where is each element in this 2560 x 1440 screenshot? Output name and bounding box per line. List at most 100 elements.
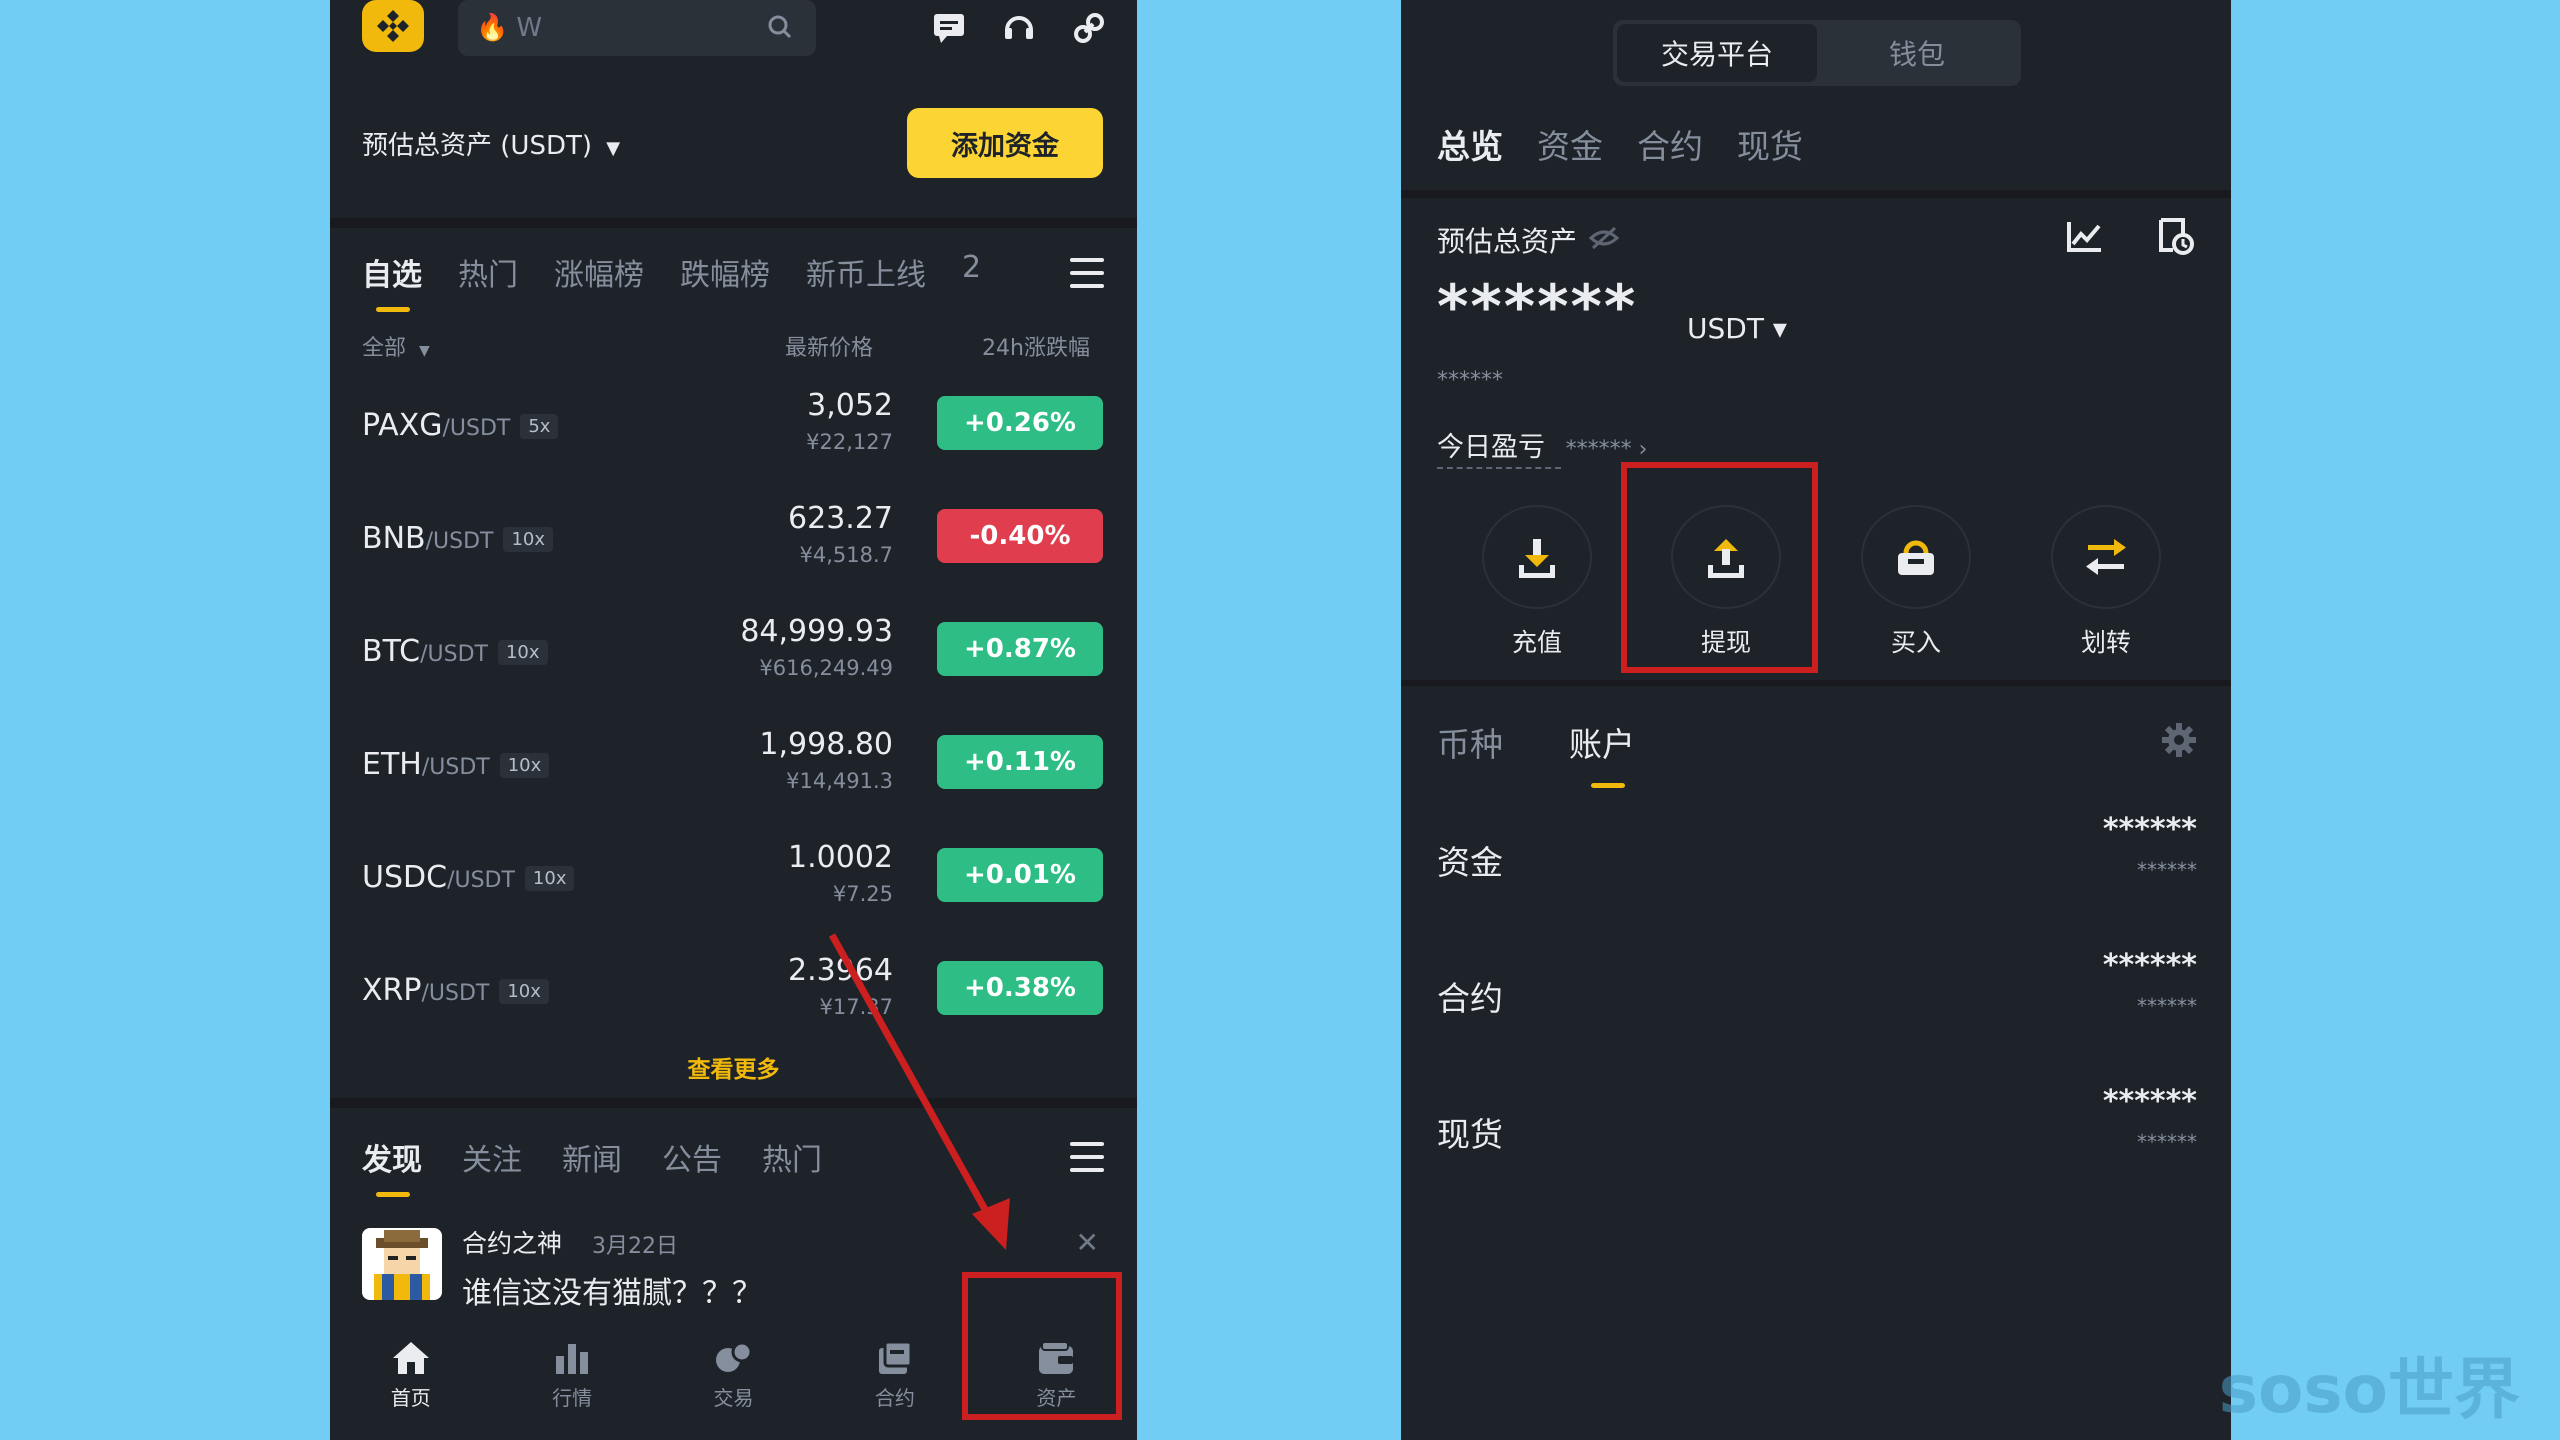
- feed-menu-icon[interactable]: [1070, 1142, 1104, 1172]
- market-row[interactable]: XRP/USDT 10x 2.3964 ¥17.37 +0.38%: [330, 939, 1137, 1039]
- history-icon[interactable]: [2153, 214, 2197, 258]
- tab-overview[interactable]: 总览: [1437, 120, 1503, 168]
- change-badge[interactable]: +0.87%: [937, 622, 1103, 676]
- account-row-futures[interactable]: 合约 ****** ******: [1401, 944, 2231, 1064]
- see-more-link[interactable]: 查看更多: [330, 1050, 1137, 1084]
- menu-icon[interactable]: [1070, 258, 1104, 288]
- estimated-assets-label: 预估总资产: [1437, 220, 1620, 260]
- account-name: 现货: [1437, 1115, 1503, 1154]
- link-icon[interactable]: [1069, 8, 1109, 48]
- nav-markets[interactable]: 行情: [491, 1330, 652, 1440]
- segment-wallet[interactable]: 钱包: [1817, 24, 2017, 82]
- account-sub-masked: ******: [2137, 994, 2197, 1018]
- tab-accounts[interactable]: 账户: [1569, 718, 1635, 788]
- divider: [330, 218, 1137, 228]
- last-price: 84,999.93: [740, 614, 893, 649]
- pair-quote: /USDT: [420, 642, 488, 667]
- tab-announcements[interactable]: 公告: [662, 1135, 722, 1179]
- post-text[interactable]: 谁信这没有猫腻？？？: [462, 1268, 762, 1312]
- change-badge[interactable]: +0.11%: [937, 735, 1103, 789]
- tab-losers[interactable]: 跌幅榜: [680, 250, 770, 294]
- leverage-badge: 5x: [520, 414, 559, 439]
- eye-off-icon[interactable]: [1588, 224, 1620, 257]
- market-row[interactable]: BNB/USDT 10x 623.27 ¥4,518.7 -0.40%: [330, 487, 1137, 587]
- headset-icon[interactable]: [999, 8, 1039, 48]
- transfer-button[interactable]: 划转: [2051, 505, 2161, 659]
- tab-new-listings[interactable]: 新币上线: [806, 250, 926, 294]
- change-badge[interactable]: +0.01%: [937, 848, 1103, 902]
- market-row[interactable]: BTC/USDT 10x 84,999.93 ¥616,249.49 +0.87%: [330, 600, 1137, 700]
- price-cny: ¥4,518.7: [799, 543, 893, 567]
- nav-futures[interactable]: 合约: [814, 1330, 975, 1440]
- balance-sub-masked: ******: [1437, 368, 1503, 393]
- tab-coins[interactable]: 币种: [1437, 718, 1503, 766]
- col-change-header: 24h涨跌幅: [982, 336, 1090, 361]
- buy-button[interactable]: 买入: [1861, 505, 1971, 659]
- pair-base: BTC: [362, 634, 421, 669]
- leverage-badge: 10x: [524, 866, 575, 891]
- gear-icon[interactable]: [2161, 722, 2197, 762]
- transfer-icon: [2086, 539, 2126, 575]
- account-balance-masked: ******: [2102, 1084, 2197, 1119]
- post-date: 3月22日: [592, 1234, 678, 1259]
- close-icon[interactable]: ✕: [1076, 1226, 1099, 1259]
- pair-base: ETH: [362, 747, 422, 782]
- tab-spot[interactable]: 现货: [1737, 120, 1803, 168]
- tab-discover[interactable]: 发现: [362, 1135, 422, 1197]
- download-icon: [1519, 539, 1555, 578]
- deposit-button[interactable]: 充值: [1482, 505, 1592, 659]
- estimated-assets-label[interactable]: 预估总资产 (USDT) ▼: [362, 125, 620, 162]
- market-row[interactable]: USDC/USDT 10x 1.0002 ¥7.25 +0.01%: [330, 826, 1137, 926]
- today-pnl[interactable]: 今日盈亏 ****** ›: [1437, 425, 1647, 464]
- top-bar: 🔥 W: [330, 0, 1137, 60]
- market-tabs: 自选 热门 涨幅榜 跌幅榜 新币上线 2: [362, 250, 981, 312]
- leverage-badge: 10x: [499, 979, 549, 1004]
- add-funds-button[interactable]: 添加资金: [907, 108, 1103, 178]
- nav-home[interactable]: 首页: [330, 1330, 491, 1440]
- buy-bag-icon: [1898, 540, 1934, 575]
- col-price-header: 最新价格: [785, 336, 874, 361]
- tab-favorites[interactable]: 自选: [362, 250, 422, 312]
- search-icon[interactable]: [766, 13, 794, 45]
- tab-trending[interactable]: 热门: [762, 1135, 822, 1179]
- fire-icon: 🔥: [476, 13, 509, 43]
- change-badge[interactable]: +0.26%: [937, 396, 1103, 450]
- price-cny: ¥7.25: [832, 882, 893, 906]
- caret-down-icon: ▼: [419, 343, 430, 359]
- search-input[interactable]: 🔥 W: [458, 0, 816, 56]
- pair-base: XRP: [362, 973, 422, 1008]
- divider: [1401, 680, 2231, 686]
- account-row-spot[interactable]: 现货 ****** ******: [1401, 1080, 2231, 1200]
- tab-funding[interactable]: 资金: [1537, 120, 1603, 168]
- avatar[interactable]: [362, 1228, 442, 1300]
- tab-gainers[interactable]: 涨幅榜: [554, 250, 644, 294]
- nav-trade[interactable]: 交易: [653, 1330, 814, 1440]
- market-home-screen: 🔥 W 预估总资产 (USDT) ▼ 添加资金 自选 热门 涨幅榜 跌幅榜 新币…: [330, 0, 1137, 1440]
- tab-hot[interactable]: 热门: [458, 250, 518, 294]
- change-badge[interactable]: +0.38%: [937, 961, 1103, 1015]
- pair-base: PAXG: [362, 408, 443, 443]
- market-row[interactable]: ETH/USDT 10x 1,998.80 ¥14,491.3 +0.11%: [330, 713, 1137, 813]
- segment-exchange[interactable]: 交易平台: [1617, 24, 1817, 82]
- line-chart-icon[interactable]: [2063, 214, 2107, 258]
- market-row[interactable]: PAXG/USDT 5x 3,052 ¥22,127 +0.26%: [330, 374, 1137, 474]
- binance-logo[interactable]: [362, 0, 424, 52]
- leverage-badge: 10x: [499, 753, 550, 778]
- tab-news[interactable]: 新闻: [562, 1135, 622, 1179]
- account-row-funding[interactable]: 资金 ****** ******: [1401, 808, 2231, 928]
- tab-more[interactable]: 2: [962, 250, 981, 294]
- highlight-box-withdraw: [1621, 462, 1818, 673]
- pair-quote: /USDT: [421, 755, 490, 780]
- currency-unit-dropdown[interactable]: USDT ▾: [1687, 312, 1787, 345]
- divider: [1401, 190, 2231, 198]
- message-icon[interactable]: [929, 8, 969, 48]
- divider: [330, 1098, 1137, 1108]
- assets-overview-screen: 交易平台 钱包 总览 资金 合约 现货 预估总资产 ****** USDT ▾ …: [1401, 0, 2231, 1440]
- pair-quote: /USDT: [425, 529, 494, 554]
- change-badge[interactable]: -0.40%: [937, 509, 1103, 563]
- leverage-badge: 10x: [503, 527, 554, 552]
- tab-futures[interactable]: 合约: [1637, 120, 1703, 168]
- post-author[interactable]: 合约之神: [462, 1224, 562, 1260]
- filter-dropdown[interactable]: 全部 ▼: [362, 330, 430, 362]
- tab-following[interactable]: 关注: [462, 1135, 522, 1179]
